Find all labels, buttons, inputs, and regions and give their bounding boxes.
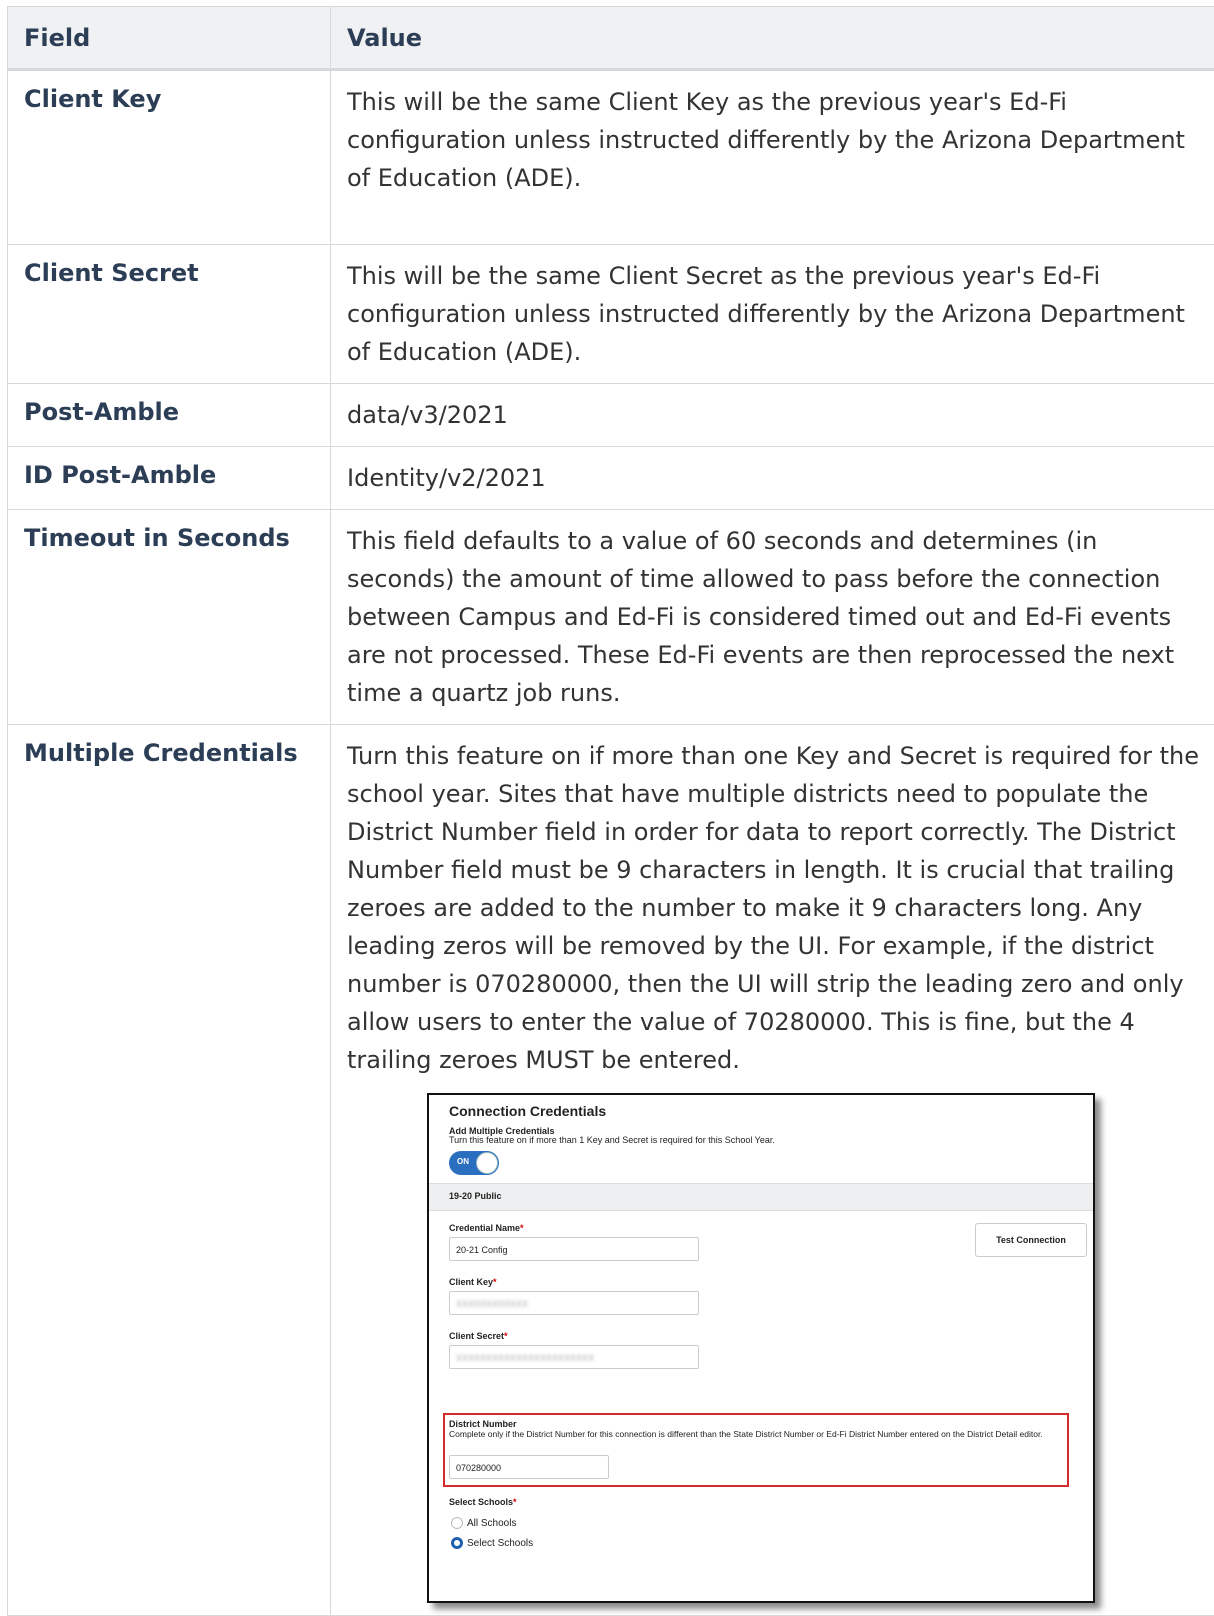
select-schools-label: Select Schools* bbox=[449, 1497, 517, 1507]
required-mark: * bbox=[513, 1497, 517, 1507]
client-key-input[interactable]: XXXXXXXXXXXX bbox=[449, 1291, 699, 1315]
multiple-credentials-text: Turn this feature on if more than one Ke… bbox=[347, 737, 1204, 1079]
section-title: 19-20 Public bbox=[449, 1191, 502, 1201]
header-field: Field bbox=[8, 7, 331, 70]
test-connection-button[interactable]: Test Connection bbox=[975, 1223, 1087, 1257]
district-number-label: District Number bbox=[449, 1419, 517, 1429]
select-schools-radio[interactable] bbox=[451, 1537, 463, 1549]
all-schools-label: All Schools bbox=[467, 1518, 516, 1529]
field-name: Client Secret bbox=[8, 245, 331, 384]
required-mark: * bbox=[493, 1277, 497, 1287]
client-key-value: XXXXXXXXXXXX bbox=[456, 1299, 528, 1309]
toggle-knob bbox=[476, 1152, 498, 1174]
field-name: Post-Amble bbox=[8, 384, 331, 447]
field-value: This will be the same Client Key as the … bbox=[331, 70, 1214, 245]
section-header: 19-20 Public bbox=[429, 1183, 1093, 1211]
district-number-desc: Complete only if the District Number for… bbox=[449, 1429, 1069, 1439]
multiple-credentials-toggle[interactable]: ON bbox=[449, 1151, 499, 1175]
screenshot-title: Connection Credentials bbox=[449, 1103, 606, 1119]
table-row: Client Key This will be the same Client … bbox=[8, 70, 1214, 245]
connection-credentials-screenshot: Connection Credentials Add Multiple Cred… bbox=[427, 1093, 1095, 1603]
table-row: Client Secret This will be the same Clie… bbox=[8, 245, 1214, 384]
field-value: Identity/v2/2021 bbox=[331, 447, 1214, 510]
field-name: Client Key bbox=[8, 70, 331, 245]
table-header-row: Field Value bbox=[8, 7, 1214, 70]
header-value: Value bbox=[331, 7, 1214, 70]
credential-name-input[interactable]: 20-21 Config bbox=[449, 1237, 699, 1261]
field-value-table: Field Value Client Key This will be the … bbox=[7, 6, 1214, 1616]
district-number-input[interactable]: 070280000 bbox=[449, 1455, 609, 1479]
client-secret-input[interactable]: XXXXXXXXXXXXXXXXXXXXXXX bbox=[449, 1345, 699, 1369]
table-row: Multiple Credentials Turn this feature o… bbox=[8, 725, 1214, 1616]
credential-name-label: Credential Name* bbox=[449, 1223, 524, 1233]
required-mark: * bbox=[520, 1223, 524, 1233]
all-schools-radio[interactable] bbox=[451, 1517, 463, 1529]
toggle-on-label: ON bbox=[457, 1157, 469, 1166]
field-name: Multiple Credentials bbox=[8, 725, 331, 1616]
field-value: Turn this feature on if more than one Ke… bbox=[331, 725, 1214, 1616]
field-value: This field defaults to a value of 60 sec… bbox=[331, 510, 1214, 725]
field-value: data/v3/2021 bbox=[331, 384, 1214, 447]
client-secret-value: XXXXXXXXXXXXXXXXXXXXXXX bbox=[456, 1353, 594, 1363]
field-name: Timeout in Seconds bbox=[8, 510, 331, 725]
add-multiple-desc: Turn this feature on if more than 1 Key … bbox=[449, 1135, 775, 1145]
table-row: Post-Amble data/v3/2021 bbox=[8, 384, 1214, 447]
table-row: Timeout in Seconds This field defaults t… bbox=[8, 510, 1214, 725]
select-schools-option-label: Select Schools bbox=[467, 1538, 533, 1549]
required-mark: * bbox=[504, 1331, 508, 1341]
client-key-label: Client Key* bbox=[449, 1277, 497, 1287]
table-row: ID Post-Amble Identity/v2/2021 bbox=[8, 447, 1214, 510]
field-value: This will be the same Client Secret as t… bbox=[331, 245, 1214, 384]
client-secret-label: Client Secret* bbox=[449, 1331, 508, 1341]
field-name: ID Post-Amble bbox=[8, 447, 331, 510]
